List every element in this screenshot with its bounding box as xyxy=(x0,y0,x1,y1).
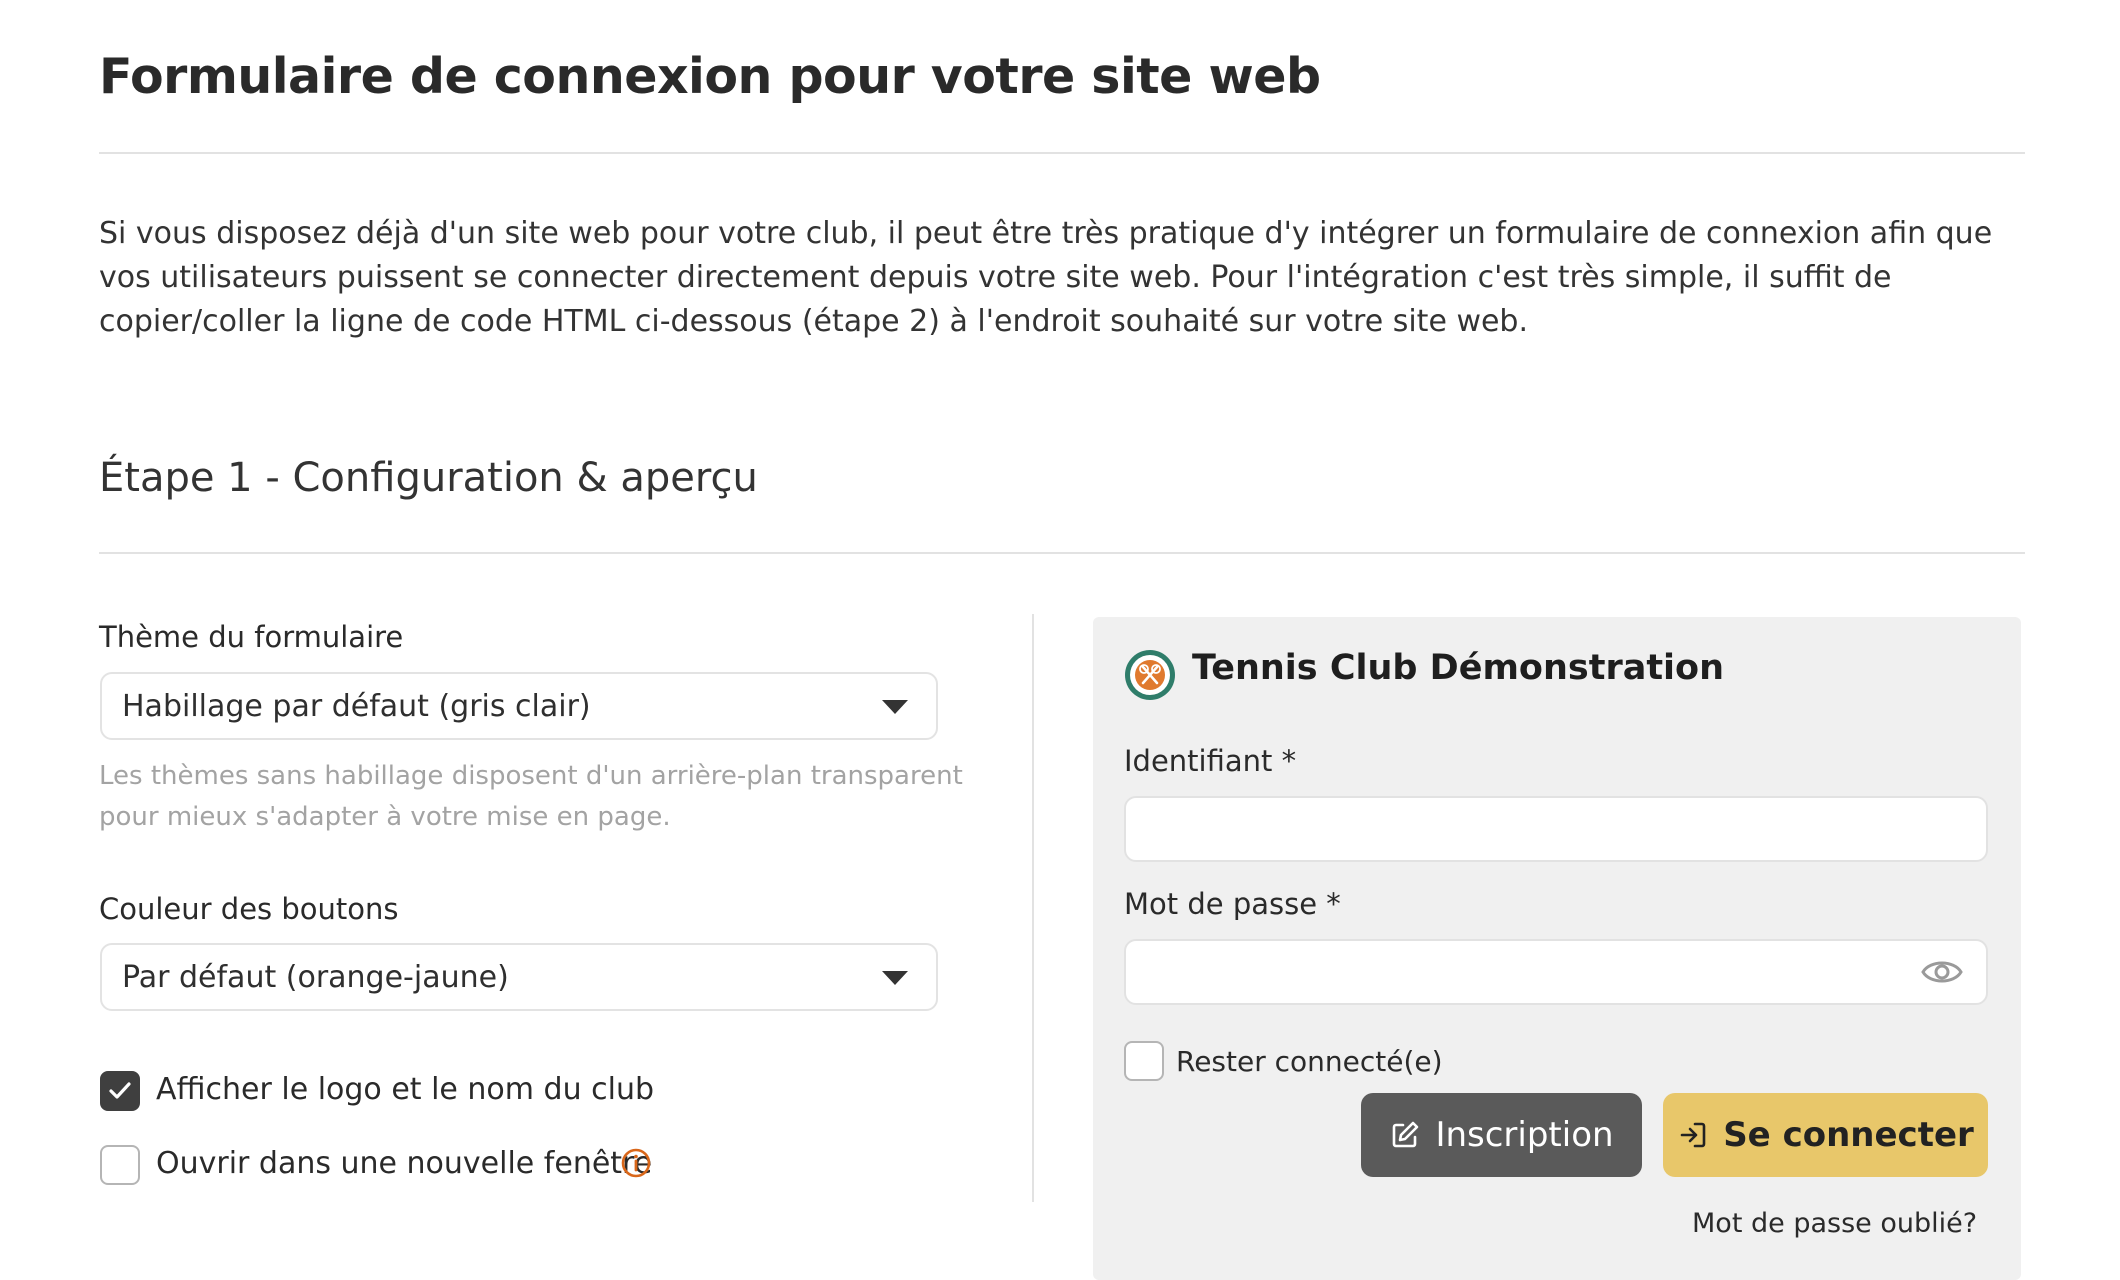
show-logo-label[interactable]: Afficher le logo et le nom du club xyxy=(156,1072,654,1107)
forgot-password-link[interactable]: Mot de passe oublié? xyxy=(1692,1208,1977,1239)
info-circle-icon[interactable] xyxy=(620,1147,652,1179)
column-separator xyxy=(1032,614,1034,1202)
remember-me-label[interactable]: Rester connecté(e) xyxy=(1176,1045,1443,1078)
title-divider xyxy=(99,152,2025,154)
page-title: Formulaire de connexion pour votre site … xyxy=(99,48,1321,105)
step-divider xyxy=(99,552,2025,554)
password-label: Mot de passe * xyxy=(1124,887,1341,921)
step-1-title: Étape 1 - Configuration & aperçu xyxy=(99,455,758,501)
club-logo-icon xyxy=(1125,650,1175,700)
chevron-down-icon xyxy=(882,971,908,985)
theme-select-value: Habillage par défaut (gris clair) xyxy=(122,689,591,724)
password-input[interactable] xyxy=(1124,939,1988,1005)
username-input[interactable] xyxy=(1124,796,1988,862)
register-button[interactable]: Inscription xyxy=(1361,1093,1642,1177)
button-color-label: Couleur des boutons xyxy=(99,892,399,926)
check-icon xyxy=(109,1082,131,1099)
new-window-checkbox[interactable] xyxy=(100,1145,140,1185)
theme-hint: Les thèmes sans habillage disposent d'un… xyxy=(99,761,963,832)
username-label: Identifiant * xyxy=(1124,744,1297,778)
theme-select[interactable]: Habillage par défaut (gris clair) xyxy=(100,672,938,740)
new-window-label[interactable]: Ouvrir dans une nouvelle fenêtre xyxy=(156,1146,652,1181)
show-logo-checkbox[interactable] xyxy=(100,1071,140,1111)
chevron-down-icon xyxy=(882,700,908,714)
login-button-label: Se connecter xyxy=(1723,1115,1974,1155)
sign-in-icon xyxy=(1680,1122,1706,1148)
theme-label: Thème du formulaire xyxy=(99,620,404,654)
register-button-label: Inscription xyxy=(1435,1115,1614,1155)
login-button[interactable]: Se connecter xyxy=(1663,1093,1988,1177)
edit-icon xyxy=(1393,1121,1419,1148)
button-color-select-value: Par défaut (orange-jaune) xyxy=(122,960,509,995)
button-color-select[interactable]: Par défaut (orange-jaune) xyxy=(100,943,938,1011)
intro-paragraph: Si vous disposez déjà d'un site web pour… xyxy=(99,216,1993,339)
club-name: Tennis Club Démonstration xyxy=(1192,648,1725,688)
eye-icon[interactable] xyxy=(1920,955,1964,989)
remember-me-checkbox[interactable] xyxy=(1124,1041,1164,1081)
